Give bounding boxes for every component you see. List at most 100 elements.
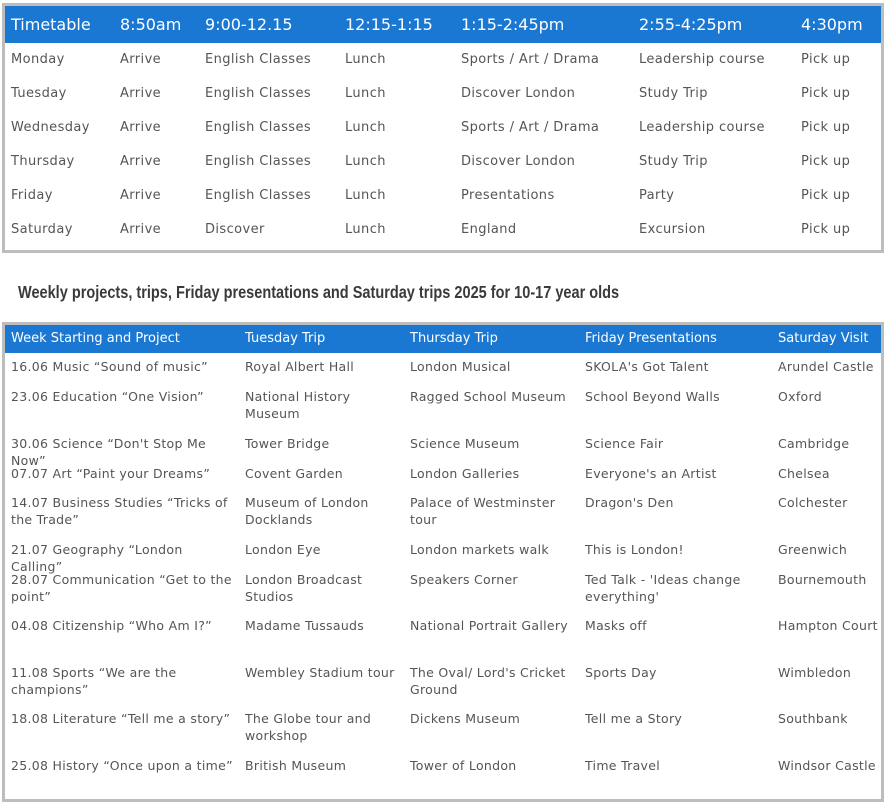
weekly-cell: Wembley Stadium tour — [245, 665, 395, 680]
timetable-cell: Thursday — [11, 154, 75, 169]
weekly-cell: Sports Day — [585, 665, 657, 680]
weekly-cell: National Portrait Gallery — [410, 618, 569, 633]
weekly-header-cell: Tuesday Trip — [245, 331, 326, 346]
timetable-cell: English Classes — [205, 52, 312, 67]
weekly-table: Week Starting and Project Tuesday Trip T… — [2, 322, 884, 802]
timetable-header-cell: 4:30pm — [801, 15, 863, 34]
timetable-cell: Leadership course — [639, 52, 765, 67]
weekly-cell: Science Fair — [585, 436, 664, 451]
weekly-cell: Royal Albert Hall — [245, 359, 355, 374]
timetable-cell: Lunch — [345, 86, 386, 101]
timetable-cell: Sports / Art / Drama — [461, 120, 600, 135]
timetable-table: Timetable 8:50am 9:00-12.15 12:15-1:15 1… — [2, 3, 884, 253]
timetable-cell: Discover — [205, 222, 265, 237]
weekly-cell: The Oval/ Lord's Cricket Ground — [410, 665, 566, 697]
weekly-cell: Ragged School Museum — [410, 389, 567, 404]
weekly-cell: 28.07 Communication “Get to the point” — [11, 572, 232, 604]
timetable-cell: Arrive — [120, 188, 162, 203]
weekly-cell: 04.08 Citizenship “Who Am I?” — [11, 618, 212, 633]
timetable-cell: Leadership course — [639, 120, 765, 135]
timetable-cell: Study Trip — [639, 154, 708, 169]
timetable-header-row: Timetable 8:50am 9:00-12.15 12:15-1:15 1… — [5, 6, 881, 43]
timetable-cell: English Classes — [205, 154, 312, 169]
weekly-cell: Palace of Westminster tour — [410, 495, 556, 527]
timetable-cell: Party — [639, 188, 675, 203]
timetable-cell: Lunch — [345, 120, 386, 135]
weekly-cell: School Beyond Walls — [585, 389, 720, 404]
weekly-header-cell: Saturday Visit — [778, 331, 869, 346]
timetable-cell: Saturday — [11, 222, 73, 237]
timetable-cell: Lunch — [345, 222, 386, 237]
timetable-header-cell: Timetable — [11, 15, 91, 34]
weekly-section-title: Weekly projects, trips, Friday presentat… — [18, 282, 620, 302]
timetable-cell: Discover London — [461, 154, 576, 169]
timetable-cell: England — [461, 222, 517, 237]
weekly-cell: Dragon's Den — [585, 495, 674, 510]
timetable-cell: Arrive — [120, 154, 162, 169]
weekly-cell: Ted Talk - 'Ideas change everything' — [585, 572, 741, 604]
weekly-header-row: Week Starting and Project Tuesday Trip T… — [5, 325, 881, 353]
timetable-cell: English Classes — [205, 86, 312, 101]
weekly-cell: Arundel Castle — [778, 359, 874, 374]
weekly-cell: 18.08 Literature “Tell me a story” — [11, 711, 231, 726]
timetable-row: Thursday Arrive English Classes Lunch Discov… — [5, 145, 881, 179]
timetable-row: Wednesday Arrive English Classes Lunch Sport… — [5, 111, 881, 145]
weekly-cell: London Eye — [245, 542, 321, 557]
weekly-cell: SKOLA's Got Talent — [585, 359, 709, 374]
timetable-cell: Presentations — [461, 188, 555, 203]
weekly-cell: The Globe tour and workshop — [245, 711, 372, 743]
weekly-header-cell: Thursday Trip — [410, 331, 498, 346]
weekly-cell: London markets walk — [410, 542, 549, 557]
timetable-cell: Pick up — [801, 188, 851, 203]
weekly-cell: London Broadcast Studios — [245, 572, 363, 604]
weekly-cell: Tower of London — [410, 758, 517, 773]
weekly-header-cell: Friday Presentations — [585, 331, 717, 346]
timetable-cell: English Classes — [205, 120, 312, 135]
weekly-cell: 11.08 Sports “We are the champions” — [11, 665, 177, 697]
timetable-row: Friday Arrive English Classes Lunch Presenta… — [5, 179, 881, 213]
weekly-cell: Speakers Corner — [410, 572, 518, 587]
timetable-cell: Pick up — [801, 86, 851, 101]
weekly-cell: Everyone's an Artist — [585, 466, 717, 481]
timetable-cell: Tuesday — [11, 86, 67, 101]
weekly-cell: Chelsea — [778, 466, 830, 481]
weekly-cell: Dickens Museum — [410, 711, 521, 726]
weekly-cell: British Museum — [245, 758, 347, 773]
weekly-cell: This is London! — [585, 542, 684, 557]
timetable-row: Saturday Arrive Discover Lunch England Excurs… — [5, 213, 881, 247]
weekly-cell: Southbank — [778, 711, 848, 726]
weekly-cell: 07.07 Art “Paint your Dreams” — [11, 466, 211, 481]
timetable-header-cell: 2:55-4:25pm — [639, 15, 743, 34]
timetable-cell: Study Trip — [639, 86, 708, 101]
timetable-cell: Sports / Art / Drama — [461, 52, 600, 67]
weekly-cell: Science Museum — [410, 436, 520, 451]
timetable-cell: Lunch — [345, 188, 386, 203]
weekly-cell: 14.07 Business Studies “Tricks of the Tr… — [11, 495, 228, 527]
weekly-cell: Bournemouth — [778, 572, 867, 587]
weekly-cell: Oxford — [778, 389, 822, 404]
weekly-cell: 21.07 Geography “London Calling” — [11, 542, 183, 574]
weekly-cell: London Musical — [410, 359, 511, 374]
weekly-cell: 23.06 Education “One Vision” — [11, 389, 204, 404]
weekly-cell: Colchester — [778, 495, 848, 510]
timetable-cell: English Classes — [205, 188, 312, 203]
weekly-cell: Madame Tussauds — [245, 618, 365, 633]
weekly-header-cell: Week Starting and Project — [11, 331, 180, 346]
weekly-cell: London Galleries — [410, 466, 520, 481]
timetable-header-cell: 12:15-1:15 — [345, 15, 433, 34]
timetable-cell: Monday — [11, 52, 65, 67]
timetable-row: Tuesday Arrive English Classes Lunch Discove… — [5, 77, 881, 111]
weekly-cell: Museum of London Docklands — [245, 495, 369, 527]
weekly-cell: Wimbledon — [778, 665, 852, 680]
timetable-cell: Arrive — [120, 52, 162, 67]
timetable-cell: Arrive — [120, 120, 162, 135]
timetable-header-cell: 9:00-12.15 — [205, 15, 293, 34]
weekly-cell: Hampton Court — [778, 618, 878, 633]
timetable-cell: Excursion — [639, 222, 706, 237]
weekly-cell: Masks off — [585, 618, 647, 633]
weekly-cell: Time Travel — [585, 758, 661, 773]
timetable-cell: Wednesday — [11, 120, 90, 135]
timetable-cell: Friday — [11, 188, 53, 203]
timetable-cell: Arrive — [120, 86, 162, 101]
weekly-cell: Tower Bridge — [245, 436, 330, 451]
